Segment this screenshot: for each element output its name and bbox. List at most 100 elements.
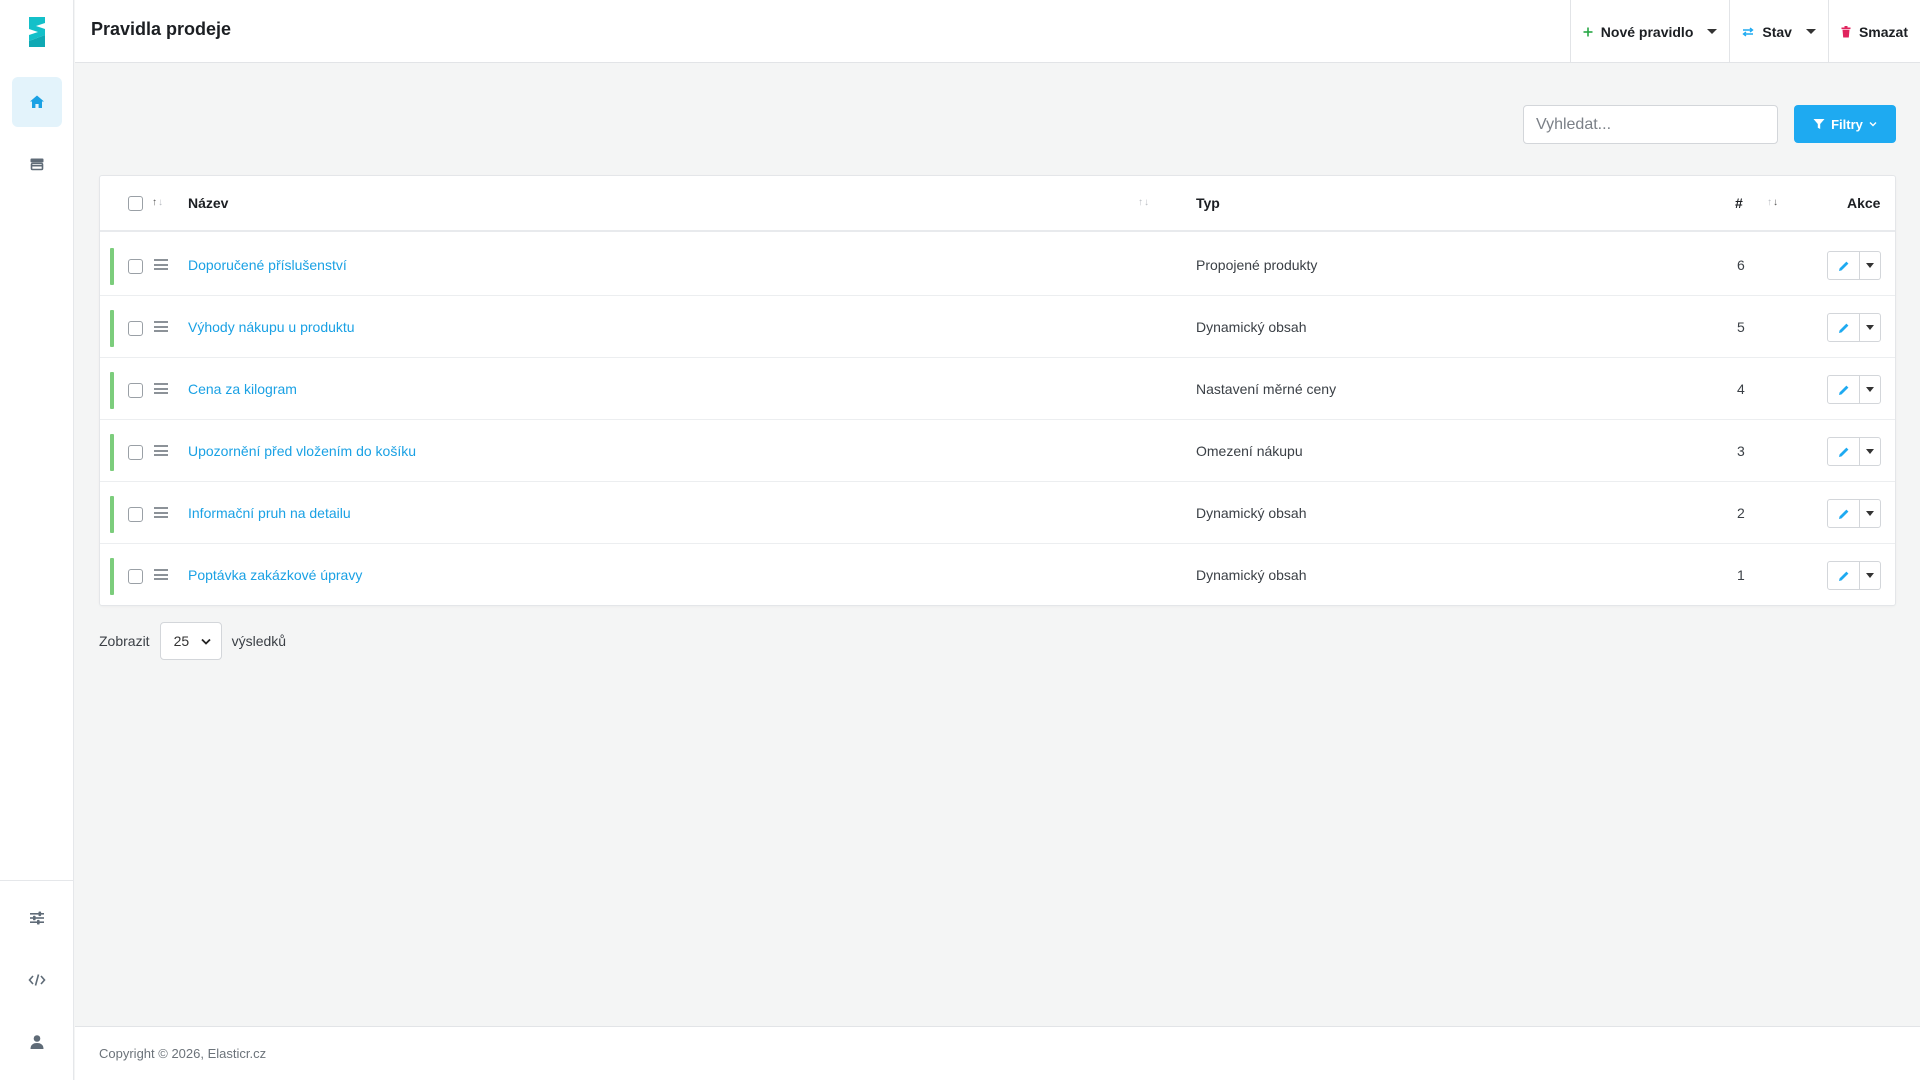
sidebar-item-account[interactable]: [12, 1017, 62, 1067]
rule-name-link[interactable]: Cena za kilogram: [188, 381, 297, 397]
filter-button[interactable]: Filtry: [1794, 105, 1896, 143]
select-all-checkbox[interactable]: [128, 196, 143, 211]
sidebar: [0, 0, 74, 1080]
row-actions: [1827, 313, 1881, 342]
page-size-select[interactable]: 25: [159, 622, 222, 660]
row-checkbox[interactable]: [128, 507, 143, 522]
row-checkbox[interactable]: [128, 383, 143, 398]
row-checkbox[interactable]: [128, 259, 143, 274]
sidebar-divider: [0, 880, 74, 881]
header-actions: Nové pravidlo Stav Smazat: [1569, 0, 1920, 63]
sidebar-item-settings[interactable]: [12, 893, 62, 943]
status-indicator: [110, 434, 114, 471]
status-button[interactable]: Stav: [1729, 0, 1828, 63]
filter-label: Filtry: [1831, 116, 1863, 132]
elasticr-logo[interactable]: [0, 0, 74, 63]
status-indicator: [110, 310, 114, 347]
new-rule-label: Nové pravidlo: [1600, 23, 1694, 40]
logo-icon: [29, 16, 45, 47]
rule-number: 3: [1737, 443, 1745, 459]
row-checkbox[interactable]: [128, 445, 143, 460]
drag-handle-icon[interactable]: [154, 259, 168, 270]
row-actions-dropdown[interactable]: [1860, 252, 1880, 279]
store-icon: [30, 158, 44, 171]
results-label: výsledků: [231, 633, 287, 649]
status-indicator: [110, 558, 114, 595]
table-row: Poptávka zakázkové úpravy Dynamický obsah…: [100, 544, 1895, 606]
row-checkbox[interactable]: [128, 321, 143, 336]
rules-table: ↑↓ Název ↑↓ Typ # ↑↓ Akce Doporučené pří…: [99, 175, 1896, 606]
sidebar-item-home[interactable]: [12, 77, 62, 127]
row-actions: [1827, 437, 1881, 466]
page-size-value: 25: [173, 633, 190, 649]
sort-icon[interactable]: ↑↓: [1767, 197, 1779, 208]
rule-name-link[interactable]: Výhody nákupu u produktu: [188, 319, 355, 335]
row-actions-dropdown[interactable]: [1860, 376, 1880, 403]
rule-name-link[interactable]: Informační pruh na detailu: [188, 505, 351, 521]
edit-button[interactable]: [1828, 500, 1860, 527]
drag-handle-icon[interactable]: [154, 445, 168, 456]
drag-handle-icon[interactable]: [154, 507, 168, 518]
rule-name-link[interactable]: Upozornění před vložením do košíku: [188, 443, 416, 459]
caret-down-icon: [1866, 325, 1874, 330]
new-rule-button[interactable]: Nové pravidlo: [1569, 0, 1730, 63]
edit-button[interactable]: [1828, 438, 1860, 465]
page-size-label: Zobrazit: [99, 633, 150, 649]
drag-handle-icon[interactable]: [154, 383, 168, 394]
rule-type: Nastavení měrné ceny: [1196, 381, 1337, 397]
pencil-icon: [1838, 323, 1848, 333]
row-actions-dropdown[interactable]: [1860, 314, 1880, 341]
sort-icon[interactable]: ↑↓: [1138, 197, 1150, 208]
table-header: ↑↓ Název ↑↓ Typ # ↑↓ Akce: [100, 176, 1895, 232]
trash-icon: [1841, 25, 1851, 37]
sidebar-item-developer[interactable]: [12, 955, 62, 1005]
edit-button[interactable]: [1828, 252, 1860, 279]
chevron-down-icon: [200, 638, 211, 645]
caret-down-icon: [1866, 449, 1874, 454]
delete-label: Smazat: [1858, 23, 1908, 40]
drag-handle-icon[interactable]: [154, 569, 168, 580]
table-row: Informační pruh na detailu Dynamický obsa…: [100, 482, 1895, 544]
rule-name-link[interactable]: Poptávka zakázkové úpravy: [188, 567, 362, 583]
column-header-number[interactable]: #: [1735, 195, 1743, 211]
status-indicator: [110, 372, 114, 409]
sidebar-item-store[interactable]: [12, 139, 62, 189]
row-actions: [1827, 499, 1881, 528]
table-row: Upozornění před vložením do košíku Omezen…: [100, 420, 1895, 482]
status-indicator: [110, 496, 114, 533]
pencil-icon: [1838, 509, 1848, 519]
status-label: Stav: [1762, 23, 1792, 40]
sliders-icon: [30, 911, 44, 925]
column-header-type: Typ: [1196, 195, 1220, 211]
rule-type: Omezení nákupu: [1196, 443, 1303, 459]
search-input[interactable]: [1523, 105, 1778, 144]
table-row: Cena za kilogram Nastavení měrné ceny 4: [100, 358, 1895, 420]
top-header: Pravidla prodeje Nové pravidlo Stav Smaz…: [75, 0, 1920, 63]
rule-number: 1: [1737, 567, 1745, 583]
row-checkbox[interactable]: [128, 569, 143, 584]
sort-icon[interactable]: ↑↓: [152, 197, 164, 208]
row-actions-dropdown[interactable]: [1860, 438, 1880, 465]
row-actions-dropdown[interactable]: [1860, 562, 1880, 589]
drag-handle-icon[interactable]: [154, 321, 168, 332]
swap-icon: [1742, 26, 1755, 37]
edit-button[interactable]: [1828, 562, 1860, 589]
edit-button[interactable]: [1828, 376, 1860, 403]
row-actions-dropdown[interactable]: [1860, 500, 1880, 527]
caret-down-icon: [1866, 263, 1874, 268]
delete-button[interactable]: Smazat: [1827, 0, 1920, 63]
home-icon: [30, 95, 44, 108]
pencil-icon: [1838, 571, 1848, 581]
rule-name-link[interactable]: Doporučené příslušenství: [188, 257, 347, 273]
caret-down-icon: [1866, 511, 1874, 516]
user-icon: [30, 1035, 44, 1049]
rule-type: Dynamický obsah: [1196, 505, 1307, 521]
rule-number: 5: [1737, 319, 1745, 335]
caret-down-icon: [1866, 573, 1874, 578]
column-header-actions: Akce: [1847, 195, 1881, 211]
rule-type: Propojené produkty: [1196, 257, 1318, 273]
rule-number: 2: [1737, 505, 1745, 521]
column-header-name[interactable]: Název: [188, 195, 228, 211]
edit-button[interactable]: [1828, 314, 1860, 341]
pencil-icon: [1838, 385, 1848, 395]
